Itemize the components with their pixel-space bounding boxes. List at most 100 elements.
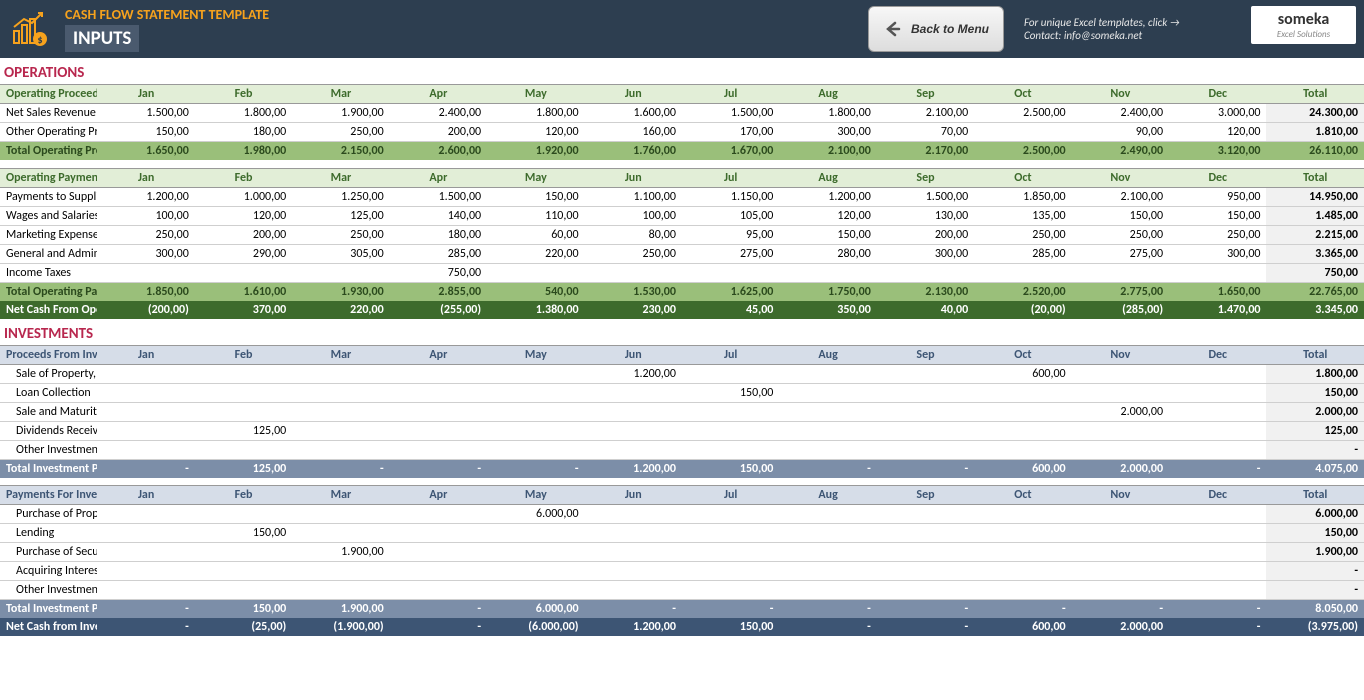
cell[interactable]: 285,00 <box>390 244 487 263</box>
cell[interactable] <box>779 440 876 459</box>
cell[interactable]: 370,00 <box>195 301 292 319</box>
cell[interactable]: 2.500,00 <box>974 104 1071 123</box>
cell[interactable]: - <box>292 459 389 478</box>
cell[interactable] <box>1169 421 1266 440</box>
cell[interactable] <box>877 562 974 581</box>
cell[interactable]: 125,00 <box>195 459 292 478</box>
cell[interactable]: 1.650,00 <box>97 142 194 161</box>
cell[interactable] <box>292 581 389 600</box>
cell[interactable]: 1.900,00 <box>292 543 389 562</box>
cell[interactable] <box>877 440 974 459</box>
back-to-menu-button[interactable]: Back to Menu <box>868 6 1004 52</box>
cell[interactable]: (285,00) <box>1072 301 1169 319</box>
cell[interactable] <box>97 421 194 440</box>
cell[interactable] <box>1072 421 1169 440</box>
cell[interactable] <box>1169 402 1266 421</box>
cell[interactable]: 2.170,00 <box>877 142 974 161</box>
cell[interactable]: 275,00 <box>682 244 779 263</box>
cell[interactable]: (25,00) <box>195 618 292 636</box>
cell[interactable] <box>1169 383 1266 402</box>
cell[interactable] <box>1072 524 1169 543</box>
cell[interactable] <box>682 581 779 600</box>
cell[interactable]: 90,00 <box>1072 123 1169 142</box>
cell[interactable] <box>195 581 292 600</box>
cell[interactable] <box>195 440 292 459</box>
cell[interactable]: 1.800,00 <box>779 104 876 123</box>
cell[interactable] <box>877 505 974 524</box>
cell[interactable] <box>877 581 974 600</box>
cell[interactable]: 1.930,00 <box>292 282 389 301</box>
cell[interactable] <box>390 505 487 524</box>
cell[interactable]: 250,00 <box>1169 225 1266 244</box>
cell[interactable]: 300,00 <box>97 244 194 263</box>
cell[interactable]: - <box>97 459 194 478</box>
cell[interactable] <box>1169 440 1266 459</box>
cell[interactable] <box>974 421 1071 440</box>
cell[interactable] <box>97 505 194 524</box>
cell[interactable] <box>97 383 194 402</box>
cell[interactable]: - <box>779 459 876 478</box>
cell[interactable]: - <box>487 459 584 478</box>
cell[interactable]: 1.980,00 <box>195 142 292 161</box>
cell[interactable]: 130,00 <box>877 206 974 225</box>
cell[interactable]: 220,00 <box>292 301 389 319</box>
cell[interactable]: 2.100,00 <box>1072 187 1169 206</box>
cell[interactable]: 250,00 <box>97 225 194 244</box>
cell[interactable] <box>292 402 389 421</box>
cell[interactable] <box>1169 562 1266 581</box>
cell[interactable]: 250,00 <box>974 225 1071 244</box>
cell[interactable]: 600,00 <box>974 618 1071 636</box>
cell[interactable]: - <box>1169 459 1266 478</box>
cell[interactable]: 2.000,00 <box>1072 402 1169 421</box>
cell[interactable]: 2.400,00 <box>1072 104 1169 123</box>
cell[interactable] <box>974 123 1071 142</box>
cell[interactable]: 150,00 <box>1169 206 1266 225</box>
cell[interactable]: 180,00 <box>195 123 292 142</box>
cell[interactable]: 1.200,00 <box>585 364 682 383</box>
cell[interactable] <box>390 524 487 543</box>
cell[interactable] <box>97 581 194 600</box>
cell[interactable]: 2.000,00 <box>1072 459 1169 478</box>
cell[interactable]: 600,00 <box>974 459 1071 478</box>
cell[interactable] <box>779 543 876 562</box>
cell[interactable]: 200,00 <box>877 225 974 244</box>
cell[interactable]: 150,00 <box>97 123 194 142</box>
cell[interactable] <box>97 562 194 581</box>
cell[interactable] <box>877 421 974 440</box>
cell[interactable] <box>779 562 876 581</box>
cell[interactable]: 2.000,00 <box>1072 618 1169 636</box>
cell[interactable] <box>390 581 487 600</box>
cell[interactable]: 2.100,00 <box>877 104 974 123</box>
cell[interactable]: 1.850,00 <box>97 282 194 301</box>
cell[interactable] <box>292 562 389 581</box>
cell[interactable]: 1.920,00 <box>487 142 584 161</box>
cell[interactable]: 2.130,00 <box>877 282 974 301</box>
cell[interactable] <box>195 364 292 383</box>
cell[interactable] <box>585 562 682 581</box>
cell[interactable]: - <box>97 600 194 619</box>
cell[interactable]: 540,00 <box>487 282 584 301</box>
cell[interactable] <box>195 562 292 581</box>
cell[interactable]: 750,00 <box>390 263 487 282</box>
cell[interactable]: - <box>974 600 1071 619</box>
cell[interactable]: 300,00 <box>779 123 876 142</box>
cell[interactable] <box>682 364 779 383</box>
cell[interactable]: - <box>97 618 194 636</box>
cell[interactable] <box>779 402 876 421</box>
cell[interactable]: 60,00 <box>487 225 584 244</box>
cell[interactable]: - <box>877 459 974 478</box>
cell[interactable] <box>1072 505 1169 524</box>
cell[interactable]: 120,00 <box>1169 123 1266 142</box>
cell[interactable]: 950,00 <box>1169 187 1266 206</box>
cell[interactable] <box>682 421 779 440</box>
cell[interactable]: - <box>779 618 876 636</box>
cell[interactable] <box>974 581 1071 600</box>
cell[interactable]: 150,00 <box>682 383 779 402</box>
cell[interactable]: 2.600,00 <box>390 142 487 161</box>
cell[interactable] <box>97 524 194 543</box>
cell[interactable]: 2.100,00 <box>779 142 876 161</box>
cell[interactable]: 3.120,00 <box>1169 142 1266 161</box>
cell[interactable] <box>682 505 779 524</box>
cell[interactable]: 2.775,00 <box>1072 282 1169 301</box>
cell[interactable]: 45,00 <box>682 301 779 319</box>
